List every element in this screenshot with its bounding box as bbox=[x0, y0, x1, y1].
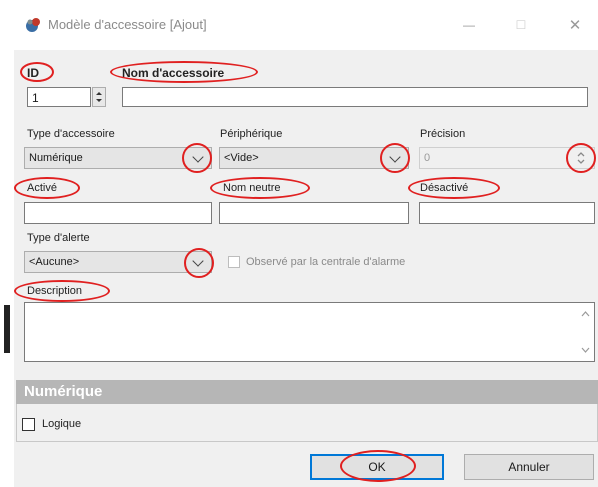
observed-checkbox[interactable] bbox=[228, 256, 240, 268]
annotation-circle bbox=[184, 248, 214, 278]
close-button[interactable]: ✕ bbox=[552, 12, 598, 38]
maximize-button[interactable]: ☐ bbox=[498, 12, 544, 38]
scroll-down-icon[interactable] bbox=[581, 347, 590, 353]
description-scrollbar[interactable] bbox=[577, 303, 594, 361]
id-input[interactable]: 1 bbox=[27, 87, 91, 107]
maximize-icon: ☐ bbox=[515, 18, 527, 32]
spinner-arrows-icon bbox=[96, 92, 102, 102]
annotation-circle bbox=[380, 143, 410, 173]
type-label: Type d'accessoire bbox=[27, 128, 115, 140]
id-value: 1 bbox=[32, 91, 39, 105]
annotation-circle bbox=[20, 62, 54, 82]
cancel-button[interactable]: Annuler bbox=[464, 454, 594, 480]
background-strip bbox=[0, 0, 14, 487]
annotation-circle bbox=[110, 61, 258, 83]
logic-checkbox[interactable] bbox=[22, 418, 35, 431]
alert-value: <Aucune> bbox=[29, 256, 80, 268]
close-icon: ✕ bbox=[568, 17, 582, 34]
alert-label: Type d'alerte bbox=[27, 232, 90, 244]
logic-label: Logique bbox=[42, 418, 82, 430]
active-input[interactable] bbox=[24, 202, 212, 224]
section-title: Numérique bbox=[24, 383, 103, 400]
observed-label: Observé par la centrale d'alarme bbox=[246, 256, 406, 268]
precision-value: 0 bbox=[424, 152, 431, 164]
section-body bbox=[16, 404, 598, 442]
annotation-circle bbox=[340, 450, 416, 482]
minimize-icon: — bbox=[463, 18, 475, 32]
minimize-button[interactable]: — bbox=[446, 12, 492, 38]
scroll-up-icon[interactable] bbox=[581, 311, 590, 317]
annotation-circle bbox=[182, 143, 212, 173]
inactive-input[interactable] bbox=[419, 202, 595, 224]
annotation-circle bbox=[14, 280, 110, 302]
peripheral-value: <Vide> bbox=[224, 152, 259, 164]
description-textarea[interactable] bbox=[24, 302, 595, 362]
annotation-circle bbox=[14, 177, 80, 199]
id-spinner[interactable] bbox=[92, 87, 106, 107]
background-dark-edge bbox=[4, 305, 10, 353]
spinner-arrows-icon bbox=[577, 152, 585, 164]
window-title: Modèle d'accessoire [Ajout] bbox=[48, 17, 207, 32]
name-input[interactable] bbox=[122, 87, 588, 107]
peripheral-label: Périphérique bbox=[220, 128, 283, 140]
section-header: Numérique bbox=[16, 380, 598, 404]
title-bar: Modèle d'accessoire [Ajout] — ☐ ✕ bbox=[14, 0, 598, 50]
precision-label: Précision bbox=[420, 128, 466, 140]
neutral-input[interactable] bbox=[219, 202, 409, 224]
annotation-circle bbox=[210, 177, 310, 199]
annotation-circle bbox=[408, 177, 500, 199]
type-value: Numérique bbox=[29, 152, 83, 164]
app-icon bbox=[26, 18, 40, 32]
cancel-label: Annuler bbox=[508, 460, 550, 474]
